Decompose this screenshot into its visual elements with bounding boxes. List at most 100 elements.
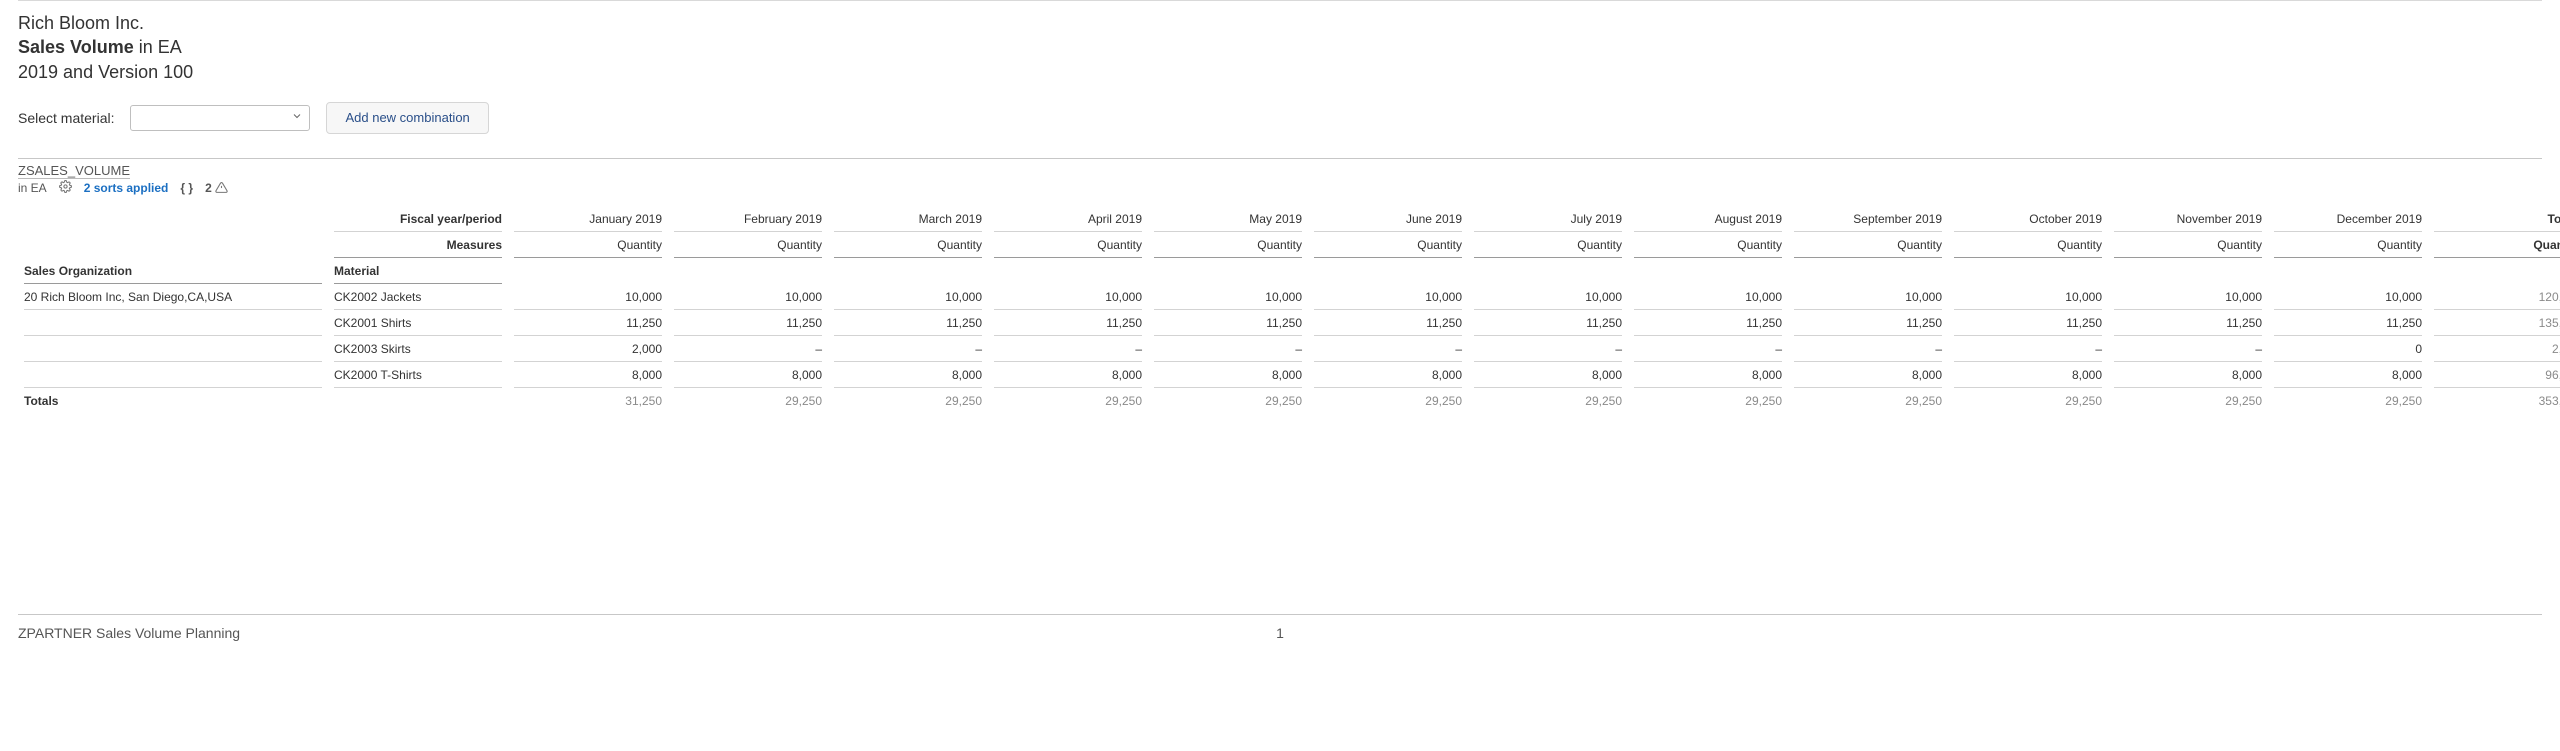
sales-org-cell bbox=[18, 336, 328, 362]
measure-quantity: Quantity bbox=[2108, 232, 2268, 258]
value-cell[interactable]: 8,000 bbox=[828, 362, 988, 388]
value-cell[interactable]: – bbox=[1468, 336, 1628, 362]
column-total-cell: 29,250 bbox=[828, 388, 988, 414]
value-cell[interactable]: 11,250 bbox=[508, 310, 668, 336]
add-new-combination-button[interactable]: Add new combination bbox=[326, 102, 488, 134]
value-cell[interactable]: 0 bbox=[2268, 336, 2428, 362]
value-cell[interactable]: 8,000 bbox=[1948, 362, 2108, 388]
value-cell[interactable]: 11,250 bbox=[668, 310, 828, 336]
measure-quantity: Quantity bbox=[508, 232, 668, 258]
col-header-month[interactable]: January 2019 bbox=[508, 206, 668, 232]
value-cell[interactable]: 11,250 bbox=[1308, 310, 1468, 336]
value-cell[interactable]: 10,000 bbox=[1148, 284, 1308, 310]
value-cell[interactable]: – bbox=[1948, 336, 2108, 362]
value-cell[interactable]: 10,000 bbox=[1468, 284, 1628, 310]
measure-quantity: Quantity bbox=[1308, 232, 1468, 258]
material-cell[interactable]: CK2001 Shirts bbox=[328, 310, 508, 336]
measure-quantity: Quantity bbox=[1948, 232, 2108, 258]
fiscal-year-period-label: Fiscal year/period bbox=[328, 206, 508, 232]
table-row: CK2003 Skirts 2,000 – – – – – – – – – – … bbox=[18, 336, 2542, 362]
col-header-totals[interactable]: Totals bbox=[2428, 206, 2560, 232]
value-cell[interactable]: – bbox=[1788, 336, 1948, 362]
value-cell[interactable]: 11,250 bbox=[2268, 310, 2428, 336]
footer-page-number: 1 bbox=[1276, 625, 1284, 641]
value-cell[interactable]: 10,000 bbox=[1788, 284, 1948, 310]
value-cell[interactable]: – bbox=[1148, 336, 1308, 362]
value-cell[interactable]: 11,250 bbox=[1148, 310, 1308, 336]
value-cell[interactable]: 8,000 bbox=[668, 362, 828, 388]
value-cell[interactable]: – bbox=[1628, 336, 1788, 362]
value-cell[interactable]: 8,000 bbox=[1468, 362, 1628, 388]
value-cell[interactable]: 11,250 bbox=[2108, 310, 2268, 336]
value-cell[interactable]: 10,000 bbox=[1308, 284, 1468, 310]
sales-org-cell[interactable]: 20 Rich Bloom Inc, San Diego,CA,USA bbox=[18, 284, 328, 310]
value-cell[interactable]: 11,250 bbox=[1628, 310, 1788, 336]
data-grid: Fiscal year/period January 2019 February… bbox=[18, 206, 2542, 414]
measures-label: Measures bbox=[328, 232, 508, 258]
column-total-cell: 29,250 bbox=[1628, 388, 1788, 414]
value-cell[interactable]: 8,000 bbox=[1788, 362, 1948, 388]
value-cell[interactable]: 8,000 bbox=[508, 362, 668, 388]
measure-quantity: Quantity bbox=[1628, 232, 1788, 258]
col-header-month[interactable]: September 2019 bbox=[1788, 206, 1948, 232]
value-cell[interactable]: 8,000 bbox=[1628, 362, 1788, 388]
report-subtitle: 2019 and Version 100 bbox=[18, 60, 2542, 84]
sales-org-cell bbox=[18, 310, 328, 336]
material-cell[interactable]: CK2003 Skirts bbox=[328, 336, 508, 362]
braces-icon[interactable]: { } bbox=[180, 181, 193, 195]
value-cell[interactable]: 11,250 bbox=[1788, 310, 1948, 336]
value-cell[interactable]: – bbox=[668, 336, 828, 362]
value-cell[interactable]: 11,250 bbox=[1468, 310, 1628, 336]
col-header-month[interactable]: March 2019 bbox=[828, 206, 988, 232]
material-combobox[interactable] bbox=[130, 105, 310, 131]
sales-org-label[interactable]: Sales Organization bbox=[18, 258, 328, 284]
company-name: Rich Bloom Inc. bbox=[18, 11, 2542, 35]
value-cell[interactable]: 8,000 bbox=[988, 362, 1148, 388]
measure-quantity-total: Quantity bbox=[2428, 232, 2560, 258]
value-cell[interactable]: 8,000 bbox=[1148, 362, 1308, 388]
col-header-month[interactable]: November 2019 bbox=[2108, 206, 2268, 232]
value-cell[interactable]: 11,250 bbox=[1948, 310, 2108, 336]
material-cell[interactable]: CK2002 Jackets bbox=[328, 284, 508, 310]
col-header-month[interactable]: April 2019 bbox=[988, 206, 1148, 232]
col-header-month[interactable]: May 2019 bbox=[1148, 206, 1308, 232]
value-cell[interactable]: – bbox=[828, 336, 988, 362]
value-cell[interactable]: – bbox=[988, 336, 1148, 362]
column-total-cell: 29,250 bbox=[1468, 388, 1628, 414]
column-total-cell: 29,250 bbox=[1148, 388, 1308, 414]
sorts-applied-link[interactable]: 2 sorts applied bbox=[84, 181, 169, 195]
value-cell[interactable]: 10,000 bbox=[2268, 284, 2428, 310]
value-cell[interactable]: 10,000 bbox=[828, 284, 988, 310]
col-header-month[interactable]: October 2019 bbox=[1948, 206, 2108, 232]
value-cell[interactable]: 8,000 bbox=[2268, 362, 2428, 388]
value-cell[interactable]: 8,000 bbox=[1308, 362, 1468, 388]
sales-org-cell bbox=[18, 362, 328, 388]
material-label[interactable]: Material bbox=[328, 258, 508, 284]
value-cell[interactable]: 10,000 bbox=[988, 284, 1148, 310]
gear-icon[interactable] bbox=[59, 180, 72, 196]
value-cell[interactable]: 11,250 bbox=[988, 310, 1148, 336]
header-row-dimensions: Sales Organization Material bbox=[18, 258, 2542, 284]
column-total-cell: 29,250 bbox=[1308, 388, 1468, 414]
col-header-month[interactable]: August 2019 bbox=[1628, 206, 1788, 232]
row-total-cell: 2,000 bbox=[2428, 336, 2560, 362]
col-header-month[interactable]: December 2019 bbox=[2268, 206, 2428, 232]
material-cell[interactable]: CK2000 T-Shirts bbox=[328, 362, 508, 388]
value-cell[interactable]: 10,000 bbox=[668, 284, 828, 310]
value-cell[interactable]: – bbox=[2108, 336, 2268, 362]
col-header-month[interactable]: February 2019 bbox=[668, 206, 828, 232]
value-cell[interactable]: 2,000 bbox=[508, 336, 668, 362]
value-cell[interactable]: 10,000 bbox=[1948, 284, 2108, 310]
warning-triangle-icon bbox=[215, 181, 228, 194]
header-row-periods: Fiscal year/period January 2019 February… bbox=[18, 206, 2542, 232]
value-cell[interactable]: 8,000 bbox=[2108, 362, 2268, 388]
value-cell[interactable]: 10,000 bbox=[508, 284, 668, 310]
value-cell[interactable]: 11,250 bbox=[828, 310, 988, 336]
col-header-month[interactable]: June 2019 bbox=[1308, 206, 1468, 232]
controls-bar: Select material: Add new combination bbox=[18, 96, 2542, 158]
value-cell[interactable]: 10,000 bbox=[2108, 284, 2268, 310]
warnings-indicator[interactable]: 2 bbox=[205, 181, 228, 195]
value-cell[interactable]: – bbox=[1308, 336, 1468, 362]
value-cell[interactable]: 10,000 bbox=[1628, 284, 1788, 310]
col-header-month[interactable]: July 2019 bbox=[1468, 206, 1628, 232]
